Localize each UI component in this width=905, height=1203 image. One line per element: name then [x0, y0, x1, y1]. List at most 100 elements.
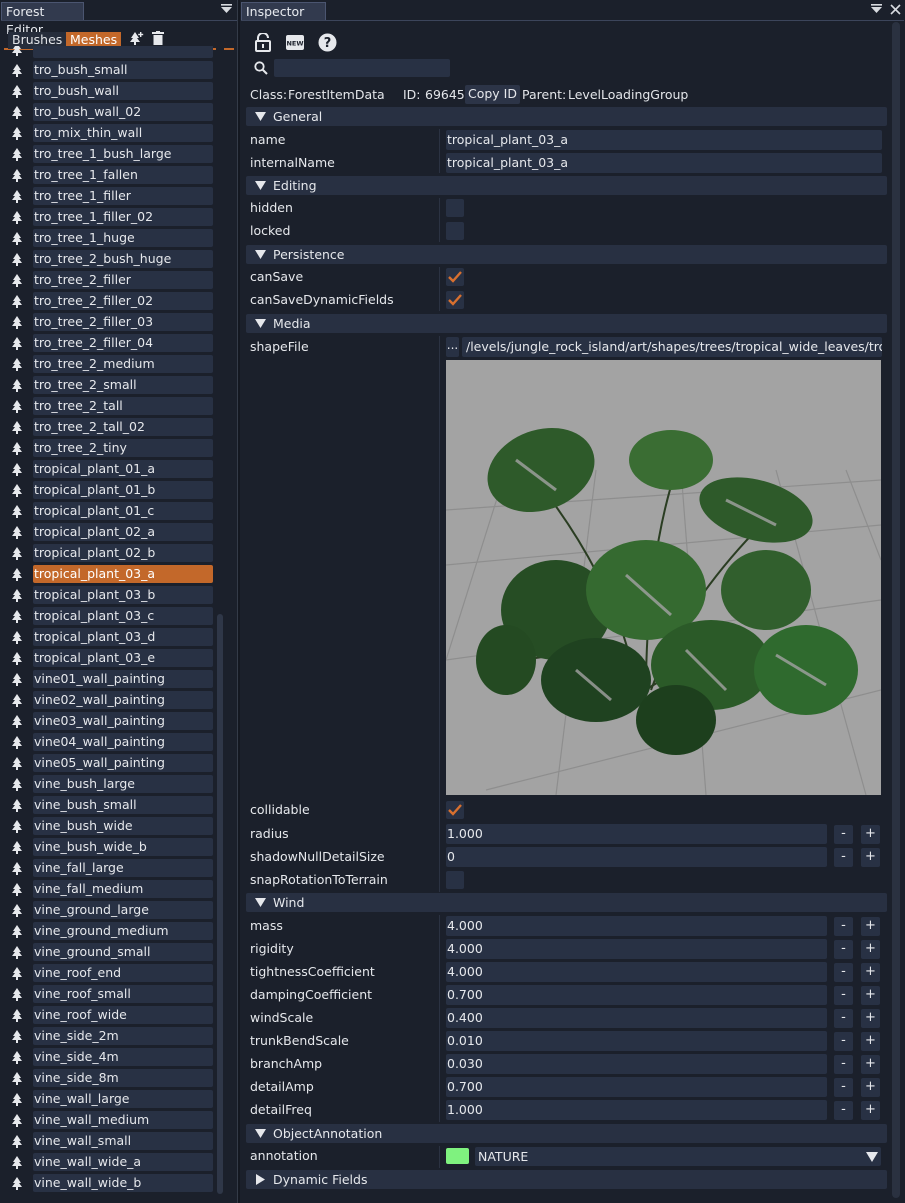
list-item[interactable]: tropical_plant_03_c — [8, 606, 214, 627]
collidable-checkbox[interactable] — [446, 801, 464, 819]
panel-menu-icon[interactable] — [871, 4, 882, 14]
decrement-button[interactable]: - — [834, 917, 853, 936]
list-item[interactable]: vine_roof_small — [8, 984, 214, 1005]
decrement-button[interactable]: - — [834, 963, 853, 982]
list-item[interactable]: tropical_plant_03_a — [8, 564, 214, 585]
copy-id-button[interactable]: Copy ID — [465, 85, 520, 104]
list-item[interactable]: tro_tree_1_huge — [8, 228, 214, 249]
list-item[interactable]: vine_roof_end — [8, 963, 214, 984]
increment-button[interactable]: + — [861, 986, 880, 1005]
list-item[interactable]: tropical_plant_01_b — [8, 480, 214, 501]
radius-increment-button[interactable]: + — [861, 825, 880, 844]
section-persistence[interactable]: Persistence — [246, 245, 887, 264]
increment-button[interactable]: + — [861, 1101, 880, 1120]
list-item-partial[interactable] — [8, 46, 214, 60]
search-input[interactable] — [274, 59, 450, 77]
shape-preview[interactable] — [446, 360, 881, 795]
wind-property-field[interactable]: 0.700 — [446, 1077, 827, 1097]
new-icon[interactable]: NEW — [286, 35, 304, 50]
increment-button[interactable]: + — [861, 1078, 880, 1097]
list-item[interactable]: tro_tree_2_tiny — [8, 438, 214, 459]
section-object-annotation[interactable]: ObjectAnnotation — [246, 1124, 887, 1143]
wind-property-field[interactable]: 4.000 — [446, 916, 827, 936]
radius-field[interactable]: 1.000 — [446, 824, 827, 844]
section-editing[interactable]: Editing — [246, 176, 887, 195]
list-item[interactable]: vine_side_4m — [8, 1047, 214, 1068]
list-item[interactable]: vine05_wall_painting — [8, 753, 214, 774]
increment-button[interactable]: + — [861, 1009, 880, 1028]
list-item[interactable]: tro_bush_small — [8, 60, 214, 81]
list-item[interactable]: tro_tree_2_filler_04 — [8, 333, 214, 354]
list-item[interactable]: vine_wall_wide_a — [8, 1152, 214, 1173]
list-item[interactable]: vine_ground_small — [8, 942, 214, 963]
increment-button[interactable]: + — [861, 940, 880, 959]
list-item[interactable]: tro_bush_wall_02 — [8, 102, 214, 123]
shadow-null-decrement-button[interactable]: - — [834, 848, 853, 867]
list-item[interactable]: tropical_plant_03_e — [8, 648, 214, 669]
list-item[interactable]: tropical_plant_03_d — [8, 627, 214, 648]
hidden-checkbox[interactable] — [446, 199, 464, 217]
wind-property-field[interactable]: 0.010 — [446, 1031, 827, 1051]
decrement-button[interactable]: - — [834, 1009, 853, 1028]
list-item[interactable]: tropical_plant_01_c — [8, 501, 214, 522]
unlock-icon[interactable] — [255, 33, 271, 52]
list-item[interactable]: vine02_wall_painting — [8, 690, 214, 711]
list-item[interactable]: tro_bush_wall — [8, 81, 214, 102]
list-item[interactable]: tro_tree_2_medium — [8, 354, 214, 375]
list-item[interactable]: tropical_plant_02_a — [8, 522, 214, 543]
list-item[interactable]: tro_tree_2_bush_huge — [8, 249, 214, 270]
decrement-button[interactable]: - — [834, 1032, 853, 1051]
list-item[interactable]: vine_bush_wide_b — [8, 837, 214, 858]
decrement-button[interactable]: - — [834, 1078, 853, 1097]
list-item[interactable]: tropical_plant_02_b — [8, 543, 214, 564]
shadow-null-field[interactable]: 0 — [446, 847, 827, 867]
section-wind[interactable]: Wind — [246, 893, 887, 912]
help-icon[interactable]: ? — [318, 33, 337, 52]
section-media[interactable]: Media — [246, 314, 887, 333]
section-general[interactable]: General — [246, 107, 887, 126]
list-item[interactable]: vine_side_2m — [8, 1026, 214, 1047]
list-item[interactable]: tro_tree_1_filler_02 — [8, 207, 214, 228]
internal-name-field[interactable]: tropical_plant_03_a — [446, 153, 882, 173]
wind-property-field[interactable]: 4.000 — [446, 939, 827, 959]
delete-icon[interactable] — [152, 31, 164, 45]
list-item[interactable]: tro_mix_thin_wall — [8, 123, 214, 144]
list-item[interactable]: tro_tree_1_bush_large — [8, 144, 214, 165]
increment-button[interactable]: + — [861, 917, 880, 936]
increment-button[interactable]: + — [861, 1055, 880, 1074]
radius-decrement-button[interactable]: - — [834, 825, 853, 844]
list-item[interactable]: tro_tree_2_filler_03 — [8, 312, 214, 333]
list-item[interactable]: vine_side_8m — [8, 1068, 214, 1089]
list-item[interactable]: tro_tree_2_filler_02 — [8, 291, 214, 312]
add-mesh-icon[interactable] — [130, 31, 144, 45]
list-item[interactable]: vine01_wall_painting — [8, 669, 214, 690]
inspector-scrollbar[interactable] — [892, 22, 900, 1198]
name-field[interactable]: tropical_plant_03_a — [446, 130, 882, 150]
list-item[interactable]: tro_tree_2_tall_02 — [8, 417, 214, 438]
list-item[interactable]: tro_tree_2_filler — [8, 270, 214, 291]
can-save-dynamic-checkbox[interactable] — [446, 291, 464, 309]
mesh-list-scroll-thumb[interactable] — [217, 614, 223, 1194]
list-item[interactable]: vine04_wall_painting — [8, 732, 214, 753]
list-item[interactable]: tro_tree_2_small — [8, 375, 214, 396]
list-item[interactable]: tro_tree_2_tall — [8, 396, 214, 417]
list-item[interactable]: vine_bush_wide — [8, 816, 214, 837]
can-save-checkbox[interactable] — [446, 268, 464, 286]
decrement-button[interactable]: - — [834, 940, 853, 959]
wind-property-field[interactable]: 1.000 — [446, 1100, 827, 1120]
list-item[interactable]: vine_roof_wide — [8, 1005, 214, 1026]
shadow-null-increment-button[interactable]: + — [861, 848, 880, 867]
wind-property-field[interactable]: 0.400 — [446, 1008, 827, 1028]
wind-property-field[interactable]: 0.700 — [446, 985, 827, 1005]
list-item[interactable]: vine_wall_small — [8, 1131, 214, 1152]
list-item[interactable]: vine_wall_wide_b — [8, 1173, 214, 1194]
list-item[interactable]: vine_bush_large — [8, 774, 214, 795]
panel-menu-icon[interactable] — [221, 4, 232, 14]
shape-file-field[interactable]: /levels/jungle_rock_island/art/shapes/tr… — [462, 337, 882, 357]
decrement-button[interactable]: - — [834, 986, 853, 1005]
list-item[interactable]: tropical_plant_03_b — [8, 585, 214, 606]
list-item[interactable]: vine_ground_medium — [8, 921, 214, 942]
list-item[interactable]: vine_fall_large — [8, 858, 214, 879]
list-item[interactable]: tropical_plant_01_a — [8, 459, 214, 480]
section-dynamic-fields[interactable]: Dynamic Fields — [246, 1170, 887, 1189]
